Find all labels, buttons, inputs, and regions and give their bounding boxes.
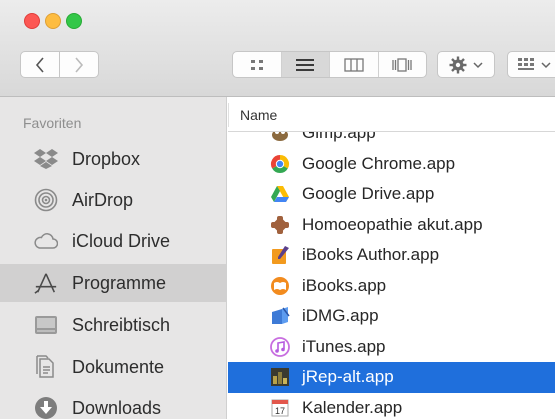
sidebar-heading: Favoriten — [23, 115, 82, 131]
sidebar-item-downloads[interactable]: Downloads — [0, 389, 226, 419]
icon-grid-icon — [250, 59, 263, 70]
ibooks-icon — [270, 276, 290, 296]
icon-view-button[interactable] — [233, 52, 282, 77]
cover-flow-icon — [392, 57, 412, 72]
airdrop-icon — [34, 188, 58, 212]
list-item[interactable]: 17 Kalender.app — [228, 393, 555, 419]
minimize-window-button[interactable] — [45, 13, 61, 29]
action-menu-button[interactable] — [437, 51, 495, 78]
back-button[interactable] — [20, 51, 60, 78]
close-window-button[interactable] — [24, 13, 40, 29]
itunes-icon — [270, 336, 290, 357]
chevron-left-icon — [35, 56, 44, 73]
forward-button[interactable] — [59, 51, 99, 78]
sidebar-item-schreibtisch[interactable]: Schreibtisch — [0, 306, 226, 344]
list-view-button[interactable] — [281, 52, 330, 77]
list-item[interactable]: iBooks Author.app — [228, 240, 555, 271]
svg-text:17: 17 — [275, 406, 285, 416]
downloads-icon — [34, 396, 58, 419]
list-item[interactable]: Google Drive.app — [228, 179, 555, 210]
homoeopathie-icon — [270, 215, 290, 235]
calendar-icon: 17 — [270, 398, 290, 418]
sidebar-item-label: iCloud Drive — [72, 230, 171, 251]
finder-window: Favoriten Dropbox AirDrop iCloud Drive P… — [0, 0, 555, 419]
sidebar-item-label: Schreibtisch — [72, 314, 171, 335]
documents-icon — [34, 355, 58, 379]
chevron-down-icon — [541, 61, 551, 68]
toolbar — [0, 0, 555, 97]
sidebar-item-label: Dropbox — [72, 148, 141, 169]
file-list: Gimp.app Google Chrome.app Google Drive.… — [228, 97, 555, 419]
sidebar-item-programme[interactable]: Programme — [0, 264, 226, 302]
desktop-icon — [34, 313, 58, 337]
file-name: Homoeopathie akut.app — [302, 214, 483, 234]
file-name: iTunes.app — [302, 336, 386, 356]
cover-flow-button[interactable] — [379, 52, 427, 77]
chevron-right-icon — [75, 56, 84, 73]
column-view-button[interactable] — [330, 52, 379, 77]
column-divider — [228, 103, 229, 127]
sidebar-item-label: AirDrop — [72, 189, 134, 210]
list-item[interactable]: Google Chrome.app — [228, 149, 555, 180]
chrome-icon — [270, 154, 290, 174]
jrep-icon — [270, 367, 290, 387]
sidebar-item-dropbox[interactable]: Dropbox — [0, 140, 226, 178]
list-item[interactable]: iBooks.app — [228, 271, 555, 302]
sidebar-item-label: Downloads — [72, 397, 162, 418]
list-icon — [296, 58, 315, 71]
file-name: Google Drive.app — [302, 184, 435, 204]
ibooks-author-icon — [270, 245, 290, 265]
list-item[interactable]: Homoeopathie akut.app — [228, 210, 555, 241]
sidebar-item-label: Dokumente — [72, 356, 165, 377]
file-name: Kalender.app — [302, 397, 403, 417]
group-by-button[interactable] — [507, 51, 555, 78]
name-column-header[interactable]: Name — [228, 97, 555, 132]
cloud-icon — [34, 229, 58, 253]
list-item-selected[interactable]: jRep-alt.app — [228, 362, 555, 393]
zoom-window-button[interactable] — [66, 13, 82, 29]
sidebar-item-airdrop[interactable]: AirDrop — [0, 181, 226, 219]
chevron-down-icon — [473, 61, 483, 68]
group-icon — [518, 57, 534, 70]
google-drive-icon — [270, 184, 290, 204]
sidebar-item-dokumente[interactable]: Dokumente — [0, 348, 226, 386]
columns-icon — [344, 57, 364, 72]
applications-icon — [34, 271, 58, 295]
file-name: Google Chrome.app — [302, 153, 456, 173]
file-name: jRep-alt.app — [302, 367, 394, 387]
sidebar-item-label: Programme — [72, 272, 167, 293]
sidebar-item-icloud-drive[interactable]: iCloud Drive — [0, 222, 226, 260]
sidebar: Favoriten Dropbox AirDrop iCloud Drive P… — [0, 97, 227, 419]
list-item[interactable]: iDMG.app — [228, 301, 555, 332]
file-name: iBooks Author.app — [302, 245, 440, 265]
view-mode-segmented-control — [232, 51, 427, 78]
file-name: iBooks.app — [302, 275, 387, 295]
gear-icon — [449, 56, 467, 73]
file-name: iDMG.app — [302, 306, 379, 326]
dropbox-icon — [34, 147, 58, 171]
column-header-label: Name — [240, 107, 278, 123]
file-rows: Gimp.app Google Chrome.app Google Drive.… — [228, 118, 555, 419]
list-item[interactable]: iTunes.app — [228, 332, 555, 363]
idmg-icon — [270, 306, 290, 326]
